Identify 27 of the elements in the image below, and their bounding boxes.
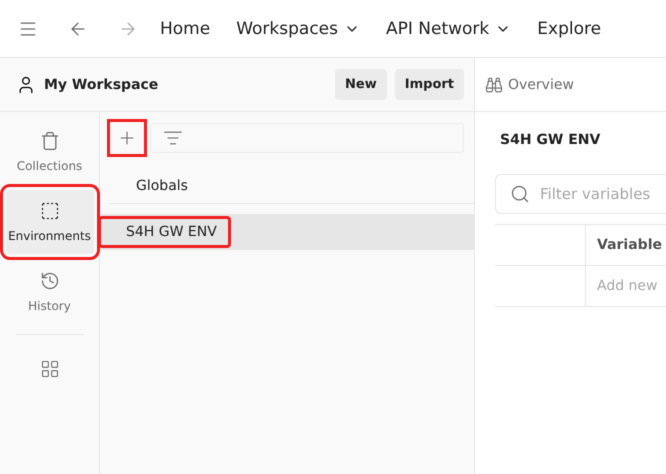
search-field[interactable]: Filter variables (495, 174, 666, 214)
sidebar-item[interactable]: Collections (6, 120, 94, 184)
nav-item[interactable]: Workspaces (236, 18, 360, 38)
add-apps-icon[interactable] (40, 359, 60, 379)
add-button[interactable] (110, 122, 144, 154)
environment-title: S4H GW ENV (499, 131, 602, 148)
workspace-button[interactable]: Import (394, 69, 464, 100)
filter-field[interactable] (150, 123, 464, 153)
trash-icon (40, 131, 60, 151)
environment-name: S4H GW ENV (100, 218, 229, 246)
sidebar-item[interactable]: Environments (6, 190, 94, 254)
environment-row[interactable]: Globals (110, 168, 474, 204)
column-header: Variable (585, 225, 666, 266)
search-icon (510, 184, 530, 204)
search-input[interactable]: Filter variables (538, 184, 666, 204)
workspace-button[interactable]: New (335, 69, 387, 100)
nav-item[interactable]: API Network (386, 18, 512, 38)
nav-item[interactable]: Home (160, 18, 210, 38)
environment-row[interactable]: S4H GW ENV (100, 214, 474, 250)
workspace-title: My Workspace (44, 76, 160, 92)
environment-icon (40, 201, 60, 221)
nav-item[interactable]: Explore (537, 18, 602, 38)
history-icon (40, 271, 60, 291)
overview-tab[interactable]: Overview (485, 76, 574, 94)
sidebar-item[interactable]: History (6, 260, 94, 324)
environment-name: Globals (135, 176, 189, 196)
binoculars-icon (485, 76, 503, 94)
